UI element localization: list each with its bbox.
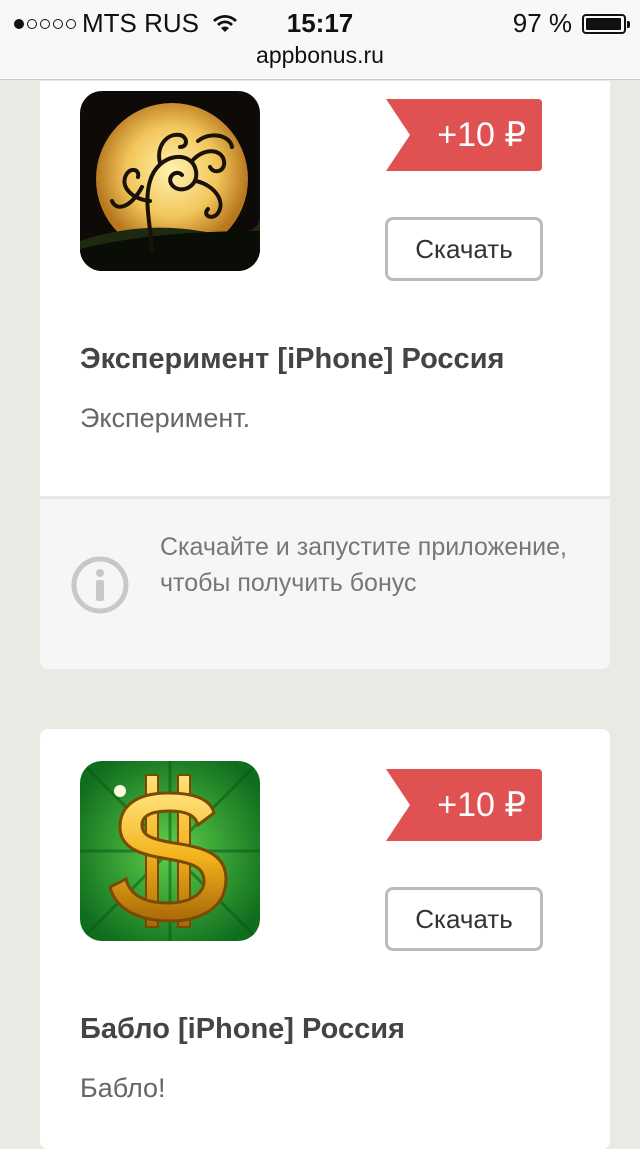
battery-area: 97 %	[512, 8, 630, 39]
info-text: Скачайте и запустите приложение, чтобы п…	[160, 533, 567, 597]
status-bar: MTS RUS 15:17 97 % appbonus.ru	[0, 0, 640, 80]
battery-icon	[582, 13, 630, 34]
reward-amount: +10 ₽	[437, 116, 526, 154]
reward-tag: +10 ₽	[386, 769, 542, 841]
app-card: +10 ₽ Скачать Эксперимент [iPhone] Росси…	[40, 81, 610, 669]
download-button[interactable]: Скачать	[385, 217, 543, 281]
reward-amount: +10 ₽	[437, 786, 526, 824]
download-button[interactable]: Скачать	[385, 887, 543, 951]
app-description: Эксперимент.	[80, 403, 251, 433]
battery-percent: 97 %	[512, 8, 572, 38]
app-title: Бабло [iPhone] Россия	[80, 1013, 405, 1045]
info-icon	[71, 556, 129, 614]
tree-moon-icon[interactable]	[80, 91, 260, 271]
gold-dollar-icon[interactable]	[80, 761, 260, 941]
app-card: +10 ₽ Скачать Бабло [iPhone] Россия Бабл…	[40, 729, 610, 1149]
info-box: Скачайте и запустите приложение, чтобы п…	[40, 496, 610, 669]
app-title: Эксперимент [iPhone] Россия	[80, 343, 505, 375]
app-description: Бабло!	[80, 1073, 166, 1103]
reward-tag: +10 ₽	[386, 99, 542, 171]
address-bar-url[interactable]: appbonus.ru	[0, 42, 640, 69]
